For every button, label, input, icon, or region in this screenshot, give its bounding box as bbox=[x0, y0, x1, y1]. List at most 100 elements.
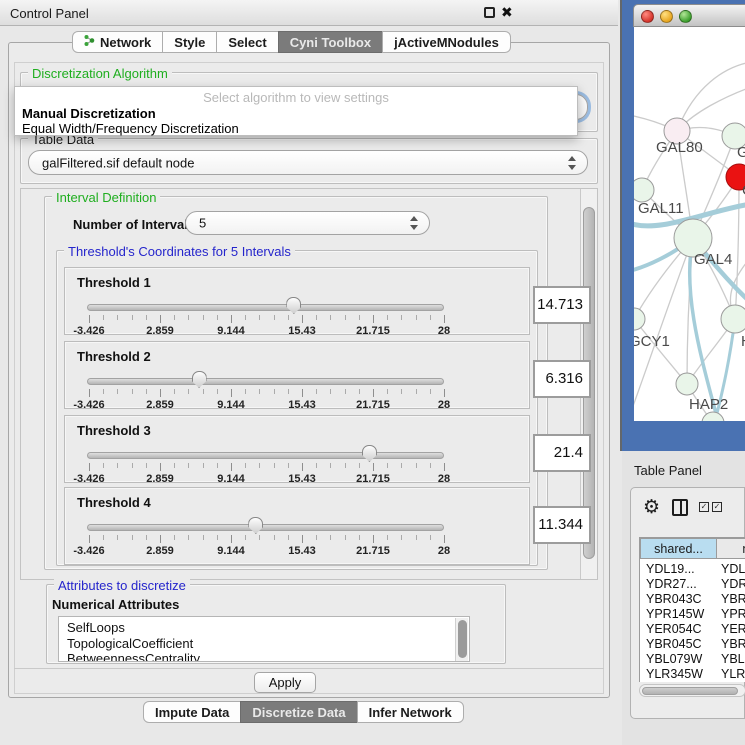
cell-name[interactable]: YBL0 bbox=[721, 652, 745, 666]
slider-tick bbox=[245, 315, 246, 320]
table-row[interactable]: YLR345W YLR3 bbox=[640, 667, 745, 682]
attributes-list-scrollbar[interactable] bbox=[455, 618, 468, 662]
slider-tick bbox=[89, 535, 90, 543]
hap2-node[interactable] bbox=[676, 373, 698, 395]
table-row[interactable]: YBL079W YBL0 bbox=[640, 652, 745, 667]
tab-label: Cyni Toolbox bbox=[290, 32, 371, 53]
apply-button[interactable]: Apply bbox=[254, 672, 316, 693]
threshold-slider-track[interactable] bbox=[87, 524, 444, 531]
cell-shared-name[interactable]: YDL19... bbox=[646, 562, 695, 576]
gcy1-node[interactable] bbox=[634, 308, 645, 330]
slider-tick bbox=[345, 535, 346, 540]
slider-scale-label: 28 bbox=[438, 325, 450, 337]
cell-name[interactable]: YDR2 bbox=[721, 577, 745, 591]
number-of-intervals-combobox[interactable]: 5 bbox=[185, 211, 430, 235]
network-edge[interactable] bbox=[735, 177, 739, 319]
table-row[interactable]: YDL19... YDL1 bbox=[640, 562, 745, 577]
network-window-titlebar[interactable] bbox=[633, 4, 745, 27]
threshold-slider-thumb[interactable] bbox=[192, 371, 207, 388]
slider-tick bbox=[203, 389, 204, 394]
tab-label: Discretize Data bbox=[252, 702, 345, 723]
cell-shared-name[interactable]: YPR145W bbox=[646, 607, 704, 621]
cell-shared-name[interactable]: YLR345W bbox=[646, 667, 703, 681]
tab-cyni-toolbox[interactable]: Cyni Toolbox bbox=[278, 31, 383, 53]
cell-shared-name[interactable]: YBR043C bbox=[646, 592, 702, 606]
gal11-node[interactable] bbox=[634, 178, 654, 202]
cell-name[interactable]: YPR1 bbox=[721, 607, 745, 621]
algorithm-option[interactable]: Manual Discretization bbox=[22, 106, 156, 121]
tab-network[interactable]: Network bbox=[72, 31, 163, 53]
table-row[interactable]: YER054C YER0 bbox=[640, 622, 745, 637]
tab-select[interactable]: Select bbox=[216, 31, 278, 53]
slider-tick bbox=[117, 463, 118, 468]
cell-shared-name[interactable]: YBL079W bbox=[646, 652, 702, 666]
zoom-traffic-light-icon[interactable] bbox=[679, 10, 692, 23]
tab-impute-data[interactable]: Impute Data bbox=[143, 701, 241, 723]
slider-tick bbox=[146, 535, 147, 540]
attributes-list-scrollbar-thumb[interactable] bbox=[458, 620, 467, 658]
slider-tick bbox=[373, 535, 374, 543]
network-canvas[interactable]: GAL80GACGAL11GAL4GCY1HHAP2 bbox=[634, 27, 745, 421]
close-icon[interactable]: ✖ bbox=[501, 4, 513, 21]
close-traffic-light-icon[interactable] bbox=[641, 10, 654, 23]
threshold-value-field[interactable]: 11.344 bbox=[533, 506, 591, 544]
threshold-slider-thumb[interactable] bbox=[248, 517, 263, 534]
slider-tick bbox=[231, 315, 232, 323]
tab-style[interactable]: Style bbox=[162, 31, 217, 53]
slider-scale-label: 9.144 bbox=[217, 325, 245, 337]
slider-scale-label: 2.859 bbox=[146, 473, 174, 485]
tab-jactivemnodules[interactable]: jActiveMNodules bbox=[382, 31, 511, 53]
cell-name[interactable]: YER0 bbox=[721, 622, 745, 636]
slider-tick bbox=[117, 535, 118, 540]
table-row[interactable]: YPR145W YPR1 bbox=[640, 607, 745, 622]
slider-scale-label: 28 bbox=[438, 399, 450, 411]
checkbox-icon[interactable]: ✓ bbox=[699, 502, 709, 512]
slider-tick bbox=[103, 463, 104, 468]
right-node[interactable] bbox=[721, 305, 745, 333]
minimize-traffic-light-icon[interactable] bbox=[660, 10, 673, 23]
split-columns-icon[interactable] bbox=[672, 499, 688, 516]
cell-name[interactable]: YDL1 bbox=[721, 562, 745, 576]
slider-tick bbox=[373, 315, 374, 323]
checkbox-icon[interactable]: ✓ bbox=[712, 502, 722, 512]
attribute-list-item[interactable]: BetweennessCentrality bbox=[67, 651, 200, 662]
threshold-slider-thumb[interactable] bbox=[362, 445, 377, 462]
table-horizontal-scrollbar-thumb[interactable] bbox=[642, 687, 738, 695]
threshold-value-field[interactable]: 6.316 bbox=[533, 360, 591, 398]
column-header-shared-name[interactable]: shared... bbox=[640, 538, 717, 559]
window-title: Control Panel bbox=[10, 6, 89, 21]
slider-scale-label: -3.426 bbox=[73, 325, 104, 337]
threshold-slider-track[interactable] bbox=[87, 378, 444, 385]
slider-tick bbox=[330, 315, 331, 320]
number-of-intervals-label: Number of Intervals bbox=[73, 217, 195, 232]
gear-icon[interactable]: ⚙ bbox=[643, 496, 660, 519]
numerical-attributes-list[interactable]: SelfLoopsTopologicalCoefficientBetweenne… bbox=[58, 616, 470, 662]
cell-shared-name[interactable]: YBR045C bbox=[646, 637, 702, 651]
attribute-list-item[interactable]: TopologicalCoefficient bbox=[67, 636, 193, 651]
slider-tick bbox=[274, 315, 275, 320]
column-header-name[interactable]: n... bbox=[716, 538, 745, 559]
cell-shared-name[interactable]: YDR27... bbox=[646, 577, 697, 591]
threshold-slider-thumb[interactable] bbox=[286, 297, 301, 314]
threshold-slider-track[interactable] bbox=[87, 452, 444, 459]
slider-tick bbox=[416, 463, 417, 468]
table-data-combobox[interactable]: galFiltered.sif default node bbox=[28, 150, 588, 175]
cell-name[interactable]: YLR3 bbox=[721, 667, 745, 681]
slider-tick bbox=[217, 535, 218, 540]
threshold-value-field[interactable]: 14.713 bbox=[533, 286, 591, 324]
cell-name[interactable]: YBR0 bbox=[721, 592, 745, 606]
tab-infer-network[interactable]: Infer Network bbox=[357, 701, 464, 723]
table-horizontal-scrollbar[interactable] bbox=[639, 684, 745, 697]
threshold-slider-track[interactable] bbox=[87, 304, 444, 311]
cell-shared-name[interactable]: YER054C bbox=[646, 622, 702, 636]
cell-name[interactable]: YBR0 bbox=[721, 637, 745, 651]
algorithm-option[interactable]: Equal Width/Frequency Discretization bbox=[22, 121, 239, 136]
tab-discretize-data[interactable]: Discretize Data bbox=[240, 701, 357, 723]
float-window-icon[interactable] bbox=[484, 7, 495, 18]
node-label: GA bbox=[737, 144, 745, 161]
table-row[interactable]: YBR043C YBR0 bbox=[640, 592, 745, 607]
table-row[interactable]: YBR045C YBR0 bbox=[640, 637, 745, 652]
table-row[interactable]: YDR27... YDR2 bbox=[640, 577, 745, 592]
attribute-list-item[interactable]: SelfLoops bbox=[67, 620, 125, 635]
threshold-value-field[interactable]: 21.4 bbox=[533, 434, 591, 472]
